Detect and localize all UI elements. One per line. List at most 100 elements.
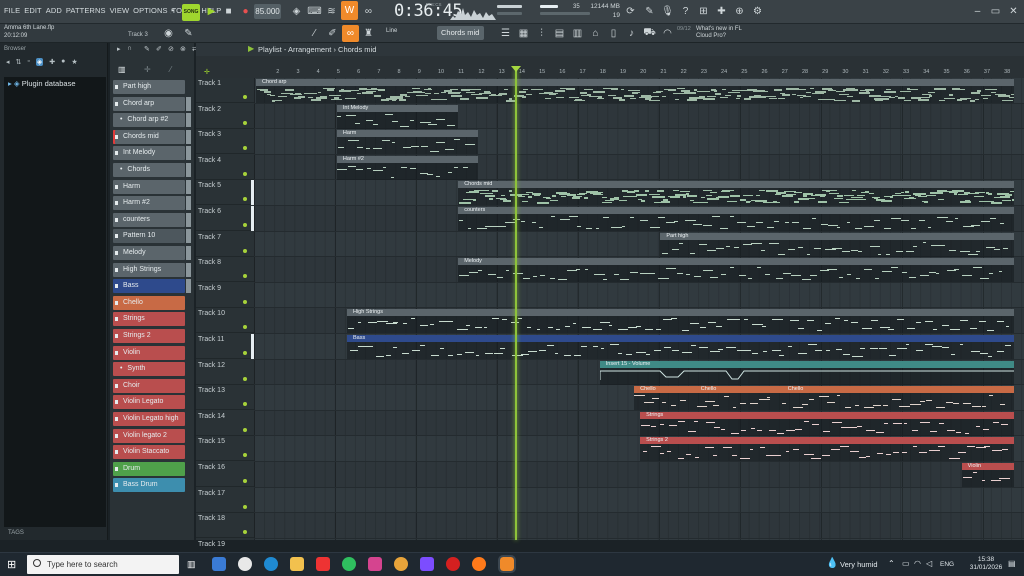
master-pitch-slider[interactable] xyxy=(497,12,522,15)
star-icon[interactable]: ★ xyxy=(71,58,77,66)
playlist-clip[interactable]: Insert 15 - Volume xyxy=(599,360,1015,385)
folder-icon[interactable]: ▫ xyxy=(27,58,29,66)
track-mute-led[interactable] xyxy=(243,402,247,407)
track-header[interactable]: Track 7 xyxy=(196,232,254,257)
stamp-icon[interactable]: ♜ xyxy=(360,25,377,42)
track-header[interactable]: Track 16 xyxy=(196,462,254,487)
track-header[interactable]: Track 5 xyxy=(196,180,254,206)
add-icon[interactable]: ✛ xyxy=(144,65,151,74)
step-edit-icon[interactable]: ≋ xyxy=(323,3,340,20)
fl-studio-app-icon[interactable] xyxy=(498,555,516,573)
clip-icon[interactable]: ⁄ xyxy=(170,65,171,74)
track-header[interactable]: Track 13 xyxy=(196,385,254,411)
notifications-icon[interactable]: ▤ xyxy=(1008,559,1016,568)
task-view-icon[interactable]: ▥ xyxy=(187,559,196,570)
taskbar-search[interactable]: Type here to search xyxy=(27,555,179,574)
minimize-icon[interactable]: – xyxy=(969,3,986,20)
track-mute-led[interactable] xyxy=(243,479,247,483)
cart-icon[interactable]: ⛟ xyxy=(641,25,658,42)
menu-patterns[interactable]: PATTERNS xyxy=(66,6,106,15)
pattern-item[interactable]: Pattern 10 xyxy=(113,229,185,244)
firefox-app-icon[interactable] xyxy=(472,557,486,571)
playlist-grid[interactable]: Chord arp Int Melody Harm Harm #2 Chords mid… xyxy=(254,78,1024,540)
pattern-item[interactable]: Violin xyxy=(113,345,185,360)
chatgpt-app-icon[interactable] xyxy=(238,557,252,571)
close-icon[interactable]: ✕ xyxy=(1005,3,1022,20)
whatsapp-app-icon[interactable] xyxy=(342,557,356,571)
playlist-clip[interactable]: Strings 2 xyxy=(640,437,1015,462)
track-mute-led[interactable] xyxy=(243,146,247,151)
channel-rack-icon[interactable]: ▦ xyxy=(515,25,532,42)
menu-add[interactable]: ADD xyxy=(46,6,62,15)
pattern-scrub[interactable] xyxy=(186,262,191,277)
menu-file[interactable]: FILE xyxy=(4,6,20,15)
playlist-clip[interactable]: Chello xyxy=(634,386,695,411)
pattern-item[interactable]: Violin Legato xyxy=(113,395,185,410)
plugin-filter-icon[interactable]: ◈ xyxy=(35,58,44,66)
pattern-item[interactable]: Bass xyxy=(113,279,185,294)
pencil-icon[interactable]: ✎ xyxy=(180,25,197,42)
loop-record-icon[interactable]: ∞ xyxy=(360,3,377,20)
track-header[interactable]: Track 3 xyxy=(196,129,254,155)
pattern-item[interactable]: High Strings xyxy=(113,262,185,277)
pattern-item[interactable]: Violin Legato high xyxy=(113,412,185,426)
draw-icon[interactable]: ⁄ xyxy=(306,25,323,42)
pattern-item[interactable]: Strings xyxy=(113,312,185,327)
playhead[interactable] xyxy=(514,70,517,540)
volume-icon[interactable]: ◁ xyxy=(926,559,932,568)
play-button[interactable]: ▶ xyxy=(203,3,220,20)
pattern-item[interactable]: • Synth xyxy=(113,362,185,377)
timeline-ruler[interactable]: ✛ 2 3 4 5 6 7 8 9 10 11 12 13 14 15 16 17 18 19 20 21 22 23 24… xyxy=(196,56,1024,78)
windows-start-icon[interactable]: ⊞ xyxy=(7,558,16,571)
pattern-item[interactable]: counters xyxy=(113,212,185,227)
track-header[interactable]: Track 10 xyxy=(196,308,254,334)
pattern-scrub[interactable] xyxy=(186,196,191,211)
pattern-scrub[interactable] xyxy=(186,163,191,177)
track-header[interactable]: Track 9 xyxy=(196,283,254,308)
edge-app-icon[interactable] xyxy=(264,557,278,571)
pattern-item[interactable]: Melody xyxy=(113,246,185,260)
pattern-item[interactable]: Strings 2 xyxy=(113,329,185,343)
playlist-clip[interactable]: Strings xyxy=(640,411,1015,436)
pattern-item[interactable]: Part high xyxy=(113,80,185,94)
tempo-display[interactable]: 85.000 xyxy=(254,4,281,19)
pattern-scrub[interactable] xyxy=(186,212,191,227)
pattern-scrub[interactable] xyxy=(186,229,191,244)
track-mute-led[interactable] xyxy=(243,504,247,509)
fl-cloud-app-icon[interactable] xyxy=(212,557,226,571)
track-row[interactable] xyxy=(254,539,1024,540)
track-row[interactable] xyxy=(254,513,1024,539)
track-mute-led[interactable] xyxy=(243,120,247,125)
track-header[interactable]: Track 17 xyxy=(196,488,254,513)
pattern-scrub[interactable] xyxy=(186,113,191,128)
pattern-item[interactable]: Chord arp xyxy=(113,96,185,111)
pattern-scrub[interactable] xyxy=(186,129,191,144)
track-mute-led[interactable] xyxy=(243,248,247,253)
instagram-app-icon[interactable] xyxy=(368,557,382,571)
tempo-tapper-icon[interactable]: ◈ xyxy=(288,3,305,20)
menu-edit[interactable]: EDIT xyxy=(24,6,41,15)
back-icon[interactable]: ◂ xyxy=(6,58,10,66)
store-app-icon[interactable] xyxy=(420,557,434,571)
magnet-icon[interactable]: ∩ xyxy=(127,45,132,52)
headphones-icon[interactable]: ◠ xyxy=(659,25,676,42)
track-mute-led[interactable] xyxy=(243,223,247,227)
playlist-icon[interactable]: ☰ xyxy=(497,25,514,42)
playlist-breadcrumb[interactable]: Playlist - Arrangement › Chords mid xyxy=(258,45,376,54)
pattern-item[interactable]: Bass Drum xyxy=(113,478,185,493)
track-mute-led[interactable] xyxy=(243,325,247,330)
track-header[interactable]: Track 12 xyxy=(196,360,254,385)
help-icon[interactable]: ? xyxy=(677,3,694,20)
pattern-selector[interactable]: Chords mid xyxy=(437,26,484,40)
track-mute-led[interactable] xyxy=(243,274,247,279)
settings-icon[interactable]: ⚙ xyxy=(749,3,766,20)
pattern-item[interactable]: Chords mid xyxy=(113,129,185,144)
news-link[interactable]: What's new in FL Cloud Pro? xyxy=(696,26,746,40)
pattern-item[interactable]: Harm xyxy=(113,179,185,194)
track-header[interactable]: Track 14 xyxy=(196,411,254,436)
playlist-clip[interactable]: Chords mid xyxy=(458,181,1015,206)
pattern-scrub[interactable] xyxy=(186,179,191,194)
piano-icon[interactable]: ▥ xyxy=(118,65,126,74)
playlist-clip[interactable]: counters xyxy=(458,207,1015,231)
playlist-clip[interactable]: Melody xyxy=(458,258,1015,283)
